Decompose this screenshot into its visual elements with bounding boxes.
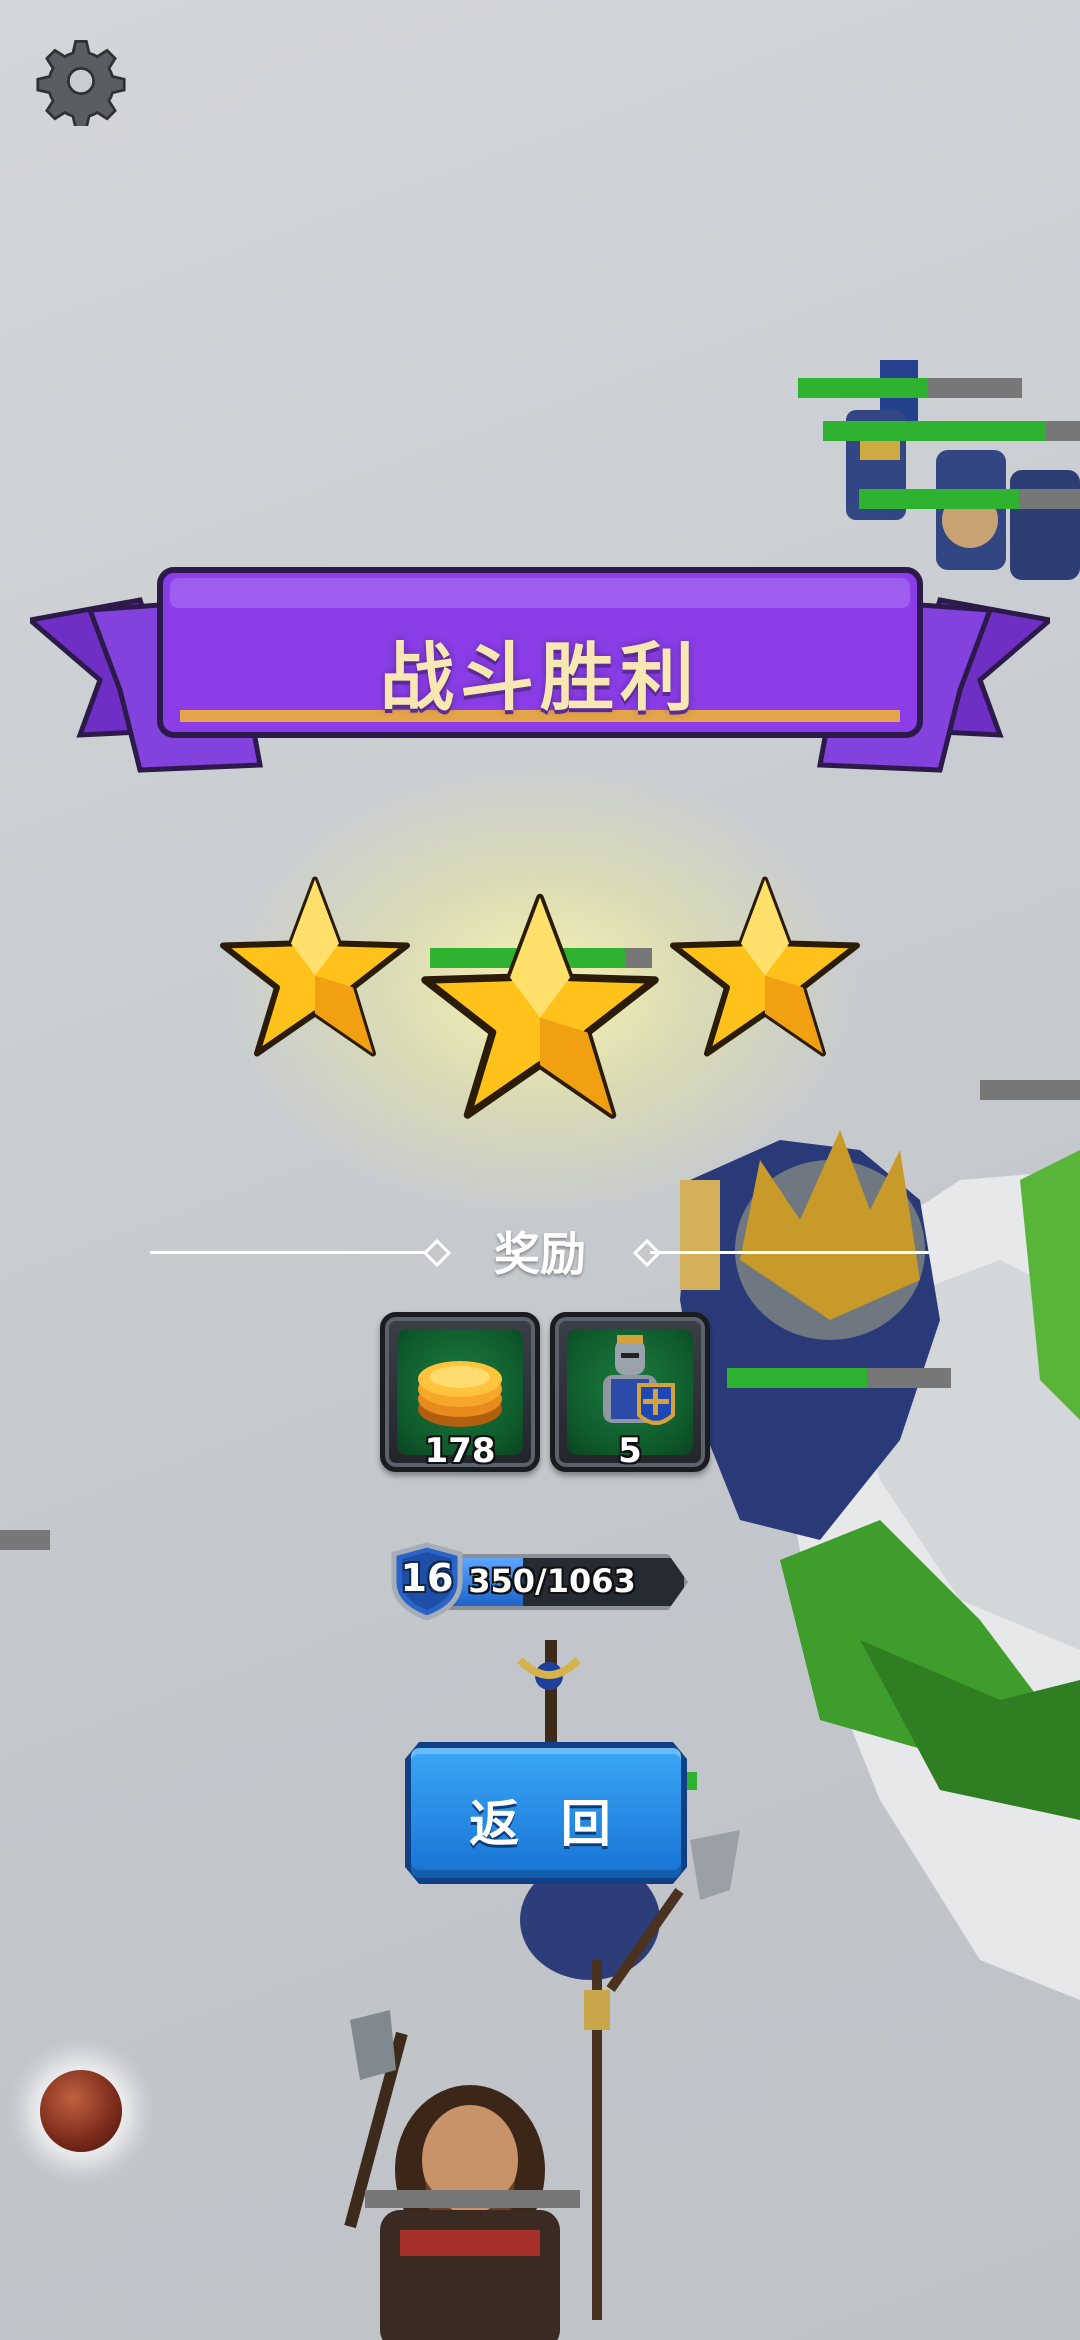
battle-result-title: 战斗胜利 xyxy=(380,635,700,721)
gear-icon xyxy=(36,40,126,130)
dwarf-warrior xyxy=(344,2010,560,2340)
victory-banner: 战斗胜利 xyxy=(30,560,1050,780)
xp-text: 350/1063 xyxy=(468,1562,636,1600)
battlefield-scene xyxy=(0,360,1080,2340)
reward-card-unit[interactable]: 5 xyxy=(550,1312,710,1472)
xp-progress-bar: 350/1063 xyxy=(440,1554,688,1610)
settings-button[interactable] xyxy=(36,36,126,130)
level-badge: 16 xyxy=(388,1542,466,1620)
skill-orb-icon[interactable] xyxy=(40,2070,122,2152)
return-button[interactable]: 返 回 xyxy=(405,1742,687,1884)
star-icon xyxy=(421,893,659,1119)
reward-card-gold[interactable]: 178 xyxy=(380,1312,540,1472)
rewards-divider-left xyxy=(150,1251,435,1254)
star-icon xyxy=(220,876,410,1057)
reward-count: 178 xyxy=(424,1431,496,1471)
player-level: 16 xyxy=(400,1556,454,1600)
star-icon xyxy=(670,876,860,1057)
rewards-label: 奖励 xyxy=(494,1227,586,1281)
rewards-divider-right xyxy=(650,1251,930,1254)
reward-count: 5 xyxy=(618,1431,642,1471)
return-button-label: 返 回 xyxy=(469,1795,623,1853)
